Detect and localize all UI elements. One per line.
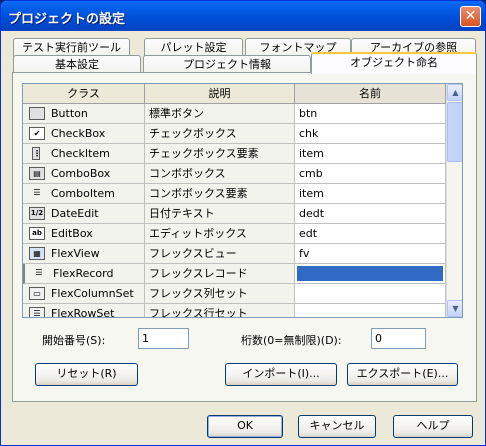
name-cell[interactable] [295,284,446,304]
column-header-name[interactable]: 名前 [295,84,446,104]
description-cell: チェックボックス [145,124,295,144]
class-cell: ComboItem [51,187,115,200]
description-cell: 標準ボタン [145,104,295,124]
tab-object-naming[interactable]: オブジェクト命名 [311,52,477,74]
reset-button[interactable]: リセット(R) [35,363,138,386]
scroll-up-button[interactable]: ▲ [447,84,462,101]
digits-input[interactable]: 0 [371,328,426,349]
help-button[interactable]: ヘルプ [393,415,473,438]
class-cell: FlexView [51,247,100,260]
name-cell[interactable]: item [295,184,446,204]
class-cell: CheckBox [51,127,106,140]
description-cell: チェックボックス要素 [145,144,295,164]
export-button[interactable]: エクスポート(E)... [347,363,458,386]
table-row[interactable]: ▦ FlexView フレックスビュー fv [23,244,446,264]
description-cell: フレックスレコード [145,264,295,284]
description-cell: フレックスビュー [145,244,295,264]
start-number-input[interactable]: 1 [138,328,189,349]
project-settings-dialog: プロジェクトの設定 ✕ テスト実行前ツール パレット設定 フォントマップ アーカ… [0,0,486,446]
name-cell[interactable]: cmb [295,164,446,184]
button-icon [29,107,45,120]
editbox-icon: ab [29,227,45,240]
comboitem-icon: ☰ [33,188,41,197]
class-cell: FlexRecord [53,267,114,280]
table-row[interactable]: ab EditBox エディットボックス edt [23,224,446,244]
table-row[interactable]: ▤ ComboBox コンボボックス cmb [23,164,446,184]
table-row[interactable]: ✔ CheckBox チェックボックス chk [23,124,446,144]
close-button[interactable]: ✕ [460,6,481,27]
combobox-icon: ▤ [29,167,45,180]
description-cell: コンボボックス要素 [145,184,295,204]
name-cell[interactable]: dedt [295,204,446,224]
name-cell-editing[interactable] [297,266,443,281]
checkbox-icon: ✔ [29,127,45,140]
scroll-down-button[interactable]: ▼ [447,300,462,317]
ok-button[interactable]: OK [207,415,283,438]
checkitem-icon: ⋮ [32,147,41,160]
table-row[interactable]: Button 標準ボタン btn [23,104,446,124]
name-cell[interactable]: item [295,144,446,164]
cancel-button[interactable]: キャンセル [298,415,376,438]
description-cell: フレックス行セット [145,304,295,317]
table-row[interactable]: ⋮ CheckItem チェックボックス要素 item [23,144,446,164]
class-cell: ComboBox [51,167,111,180]
class-cell: CheckItem [51,147,110,160]
window-title: プロジェクトの設定 [8,12,126,27]
start-number-label: 開始番号(S): [42,334,106,347]
dateedit-icon: 1/2 [29,207,45,220]
flexview-icon: ▦ [29,247,45,260]
description-cell: 日付テキスト [145,204,295,224]
column-header-description[interactable]: 説明 [145,84,295,104]
description-cell: コンボボックス [145,164,295,184]
table-row-selected[interactable]: ☰ FlexRecord フレックスレコード [23,264,446,284]
class-cell: Button [51,107,88,120]
class-cell: EditBox [51,227,93,240]
name-cell[interactable]: chk [295,124,446,144]
class-cell: FlexColumnSet [51,287,134,300]
name-cell[interactable]: edt [295,224,446,244]
vertical-scrollbar[interactable]: ▲ ▼ [446,84,462,317]
table-row[interactable]: ▭ FlexColumnSet フレックス列セット [23,284,446,304]
flexrowset-icon: ☰ [29,307,45,317]
naming-grid[interactable]: クラス 説明 名前 Button 標準ボタン btn ✔ CheckBox チェッ… [22,83,463,318]
class-cell: FlexRowSet [51,307,115,318]
description-cell: フレックス列セット [145,284,295,304]
class-cell: DateEdit [51,207,99,220]
table-row[interactable]: 1/2 DateEdit 日付テキスト dedt [23,204,446,224]
digits-label: 桁数(0=無制限)(D): [241,334,342,347]
name-cell[interactable]: btn [295,104,446,124]
table-row[interactable]: ☰ ComboItem コンボボックス要素 item [23,184,446,204]
name-cell[interactable]: fv [295,244,446,264]
import-button[interactable]: インポート(I)... [225,363,337,386]
scrollbar-thumb[interactable] [447,102,462,162]
title-bar[interactable]: プロジェクトの設定 ✕ [1,1,485,31]
column-header-class[interactable]: クラス [23,84,145,104]
flexcolumnset-icon: ▭ [29,287,45,300]
flexrecord-icon: ☰ [35,268,43,277]
name-cell[interactable] [295,304,446,317]
table-row[interactable]: ☰ FlexRowSet フレックス行セット [23,304,446,318]
description-cell: エディットボックス [145,224,295,244]
